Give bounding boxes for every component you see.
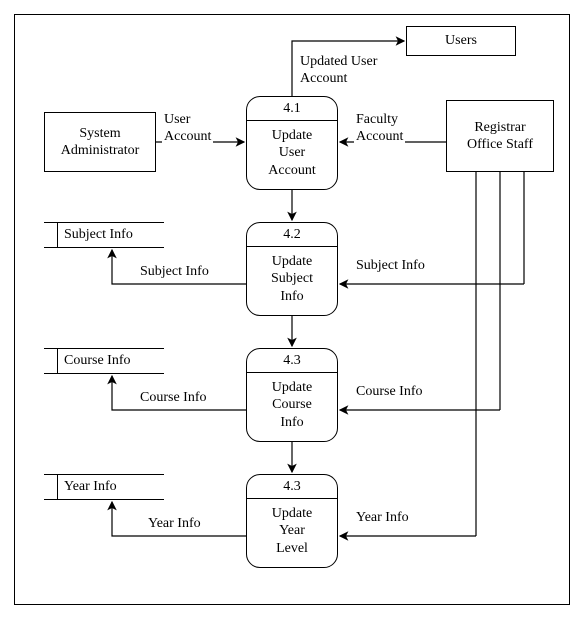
flow-course-info-out: Course Info [138,390,209,407]
flow-year-info-out: Year Info [146,516,203,533]
flow-year-info-in: Year Info [354,510,411,527]
flow-updated-user-account: Updated User Account [298,54,379,88]
flow-subject-info-in: Subject Info [354,258,427,275]
flow-subject-info-out: Subject Info [138,264,211,281]
diagram-canvas: Users System Administrator Registrar Off… [0,0,584,619]
flow-faculty-account: Faculty Account [354,112,405,146]
flow-course-info-in: Course Info [354,384,425,401]
flow-user-account: User Account [162,112,213,146]
arrows-layer [0,0,584,619]
